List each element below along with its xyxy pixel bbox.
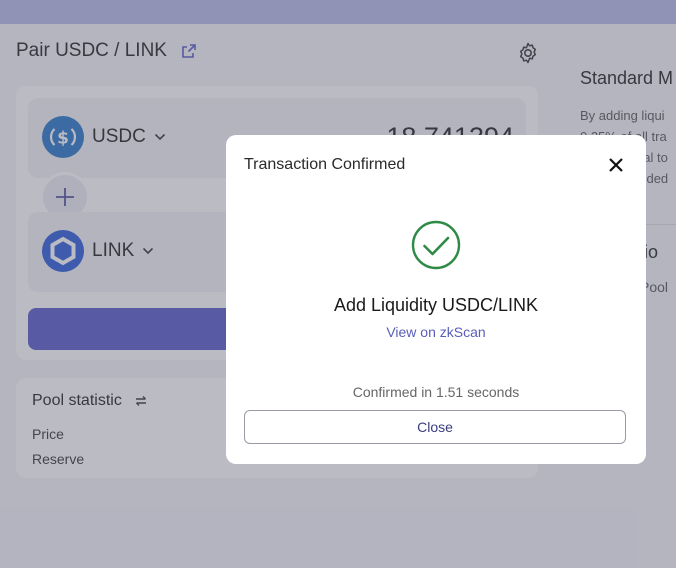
view-on-zkscan-link-row: View on zkScan xyxy=(226,324,646,340)
confirmation-time: Confirmed in 1.51 seconds xyxy=(352,384,520,400)
modal-title: Transaction Confirmed xyxy=(244,156,406,173)
view-on-zkscan-link[interactable]: View on zkScan xyxy=(386,324,485,340)
transaction-confirmed-modal: Transaction Confirmed Add Liquidity USDC… xyxy=(226,135,646,464)
close-icon[interactable] xyxy=(604,153,628,177)
close-button[interactable]: Close xyxy=(244,410,626,444)
success-check-icon xyxy=(411,220,461,270)
modal-heading: Add Liquidity USDC/LINK xyxy=(333,295,539,315)
